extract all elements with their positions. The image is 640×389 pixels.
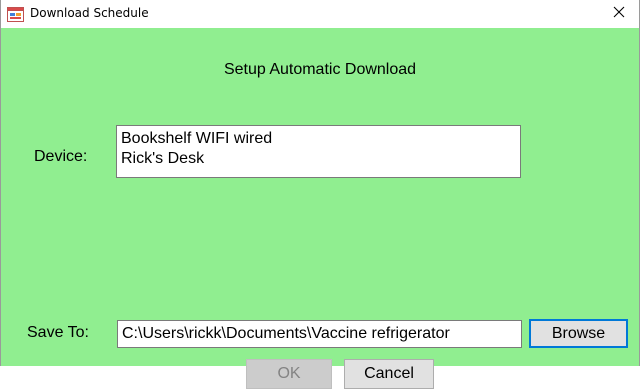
device-listbox[interactable]: Bookshelf WIFI wired Rick's Desk (116, 125, 521, 178)
device-label: Device: (34, 148, 88, 165)
cancel-button[interactable]: Cancel (344, 359, 434, 389)
app-form-icon (7, 7, 24, 22)
dialog-heading: Setup Automatic Download (223, 61, 417, 78)
save-to-label: Save To: (27, 324, 89, 341)
close-icon (613, 5, 625, 23)
browse-button[interactable]: Browse (529, 319, 628, 348)
list-item[interactable]: Rick's Desk (121, 149, 520, 169)
list-item[interactable]: Bookshelf WIFI wired (121, 129, 520, 149)
title-bar[interactable]: Download Schedule (1, 0, 639, 28)
dialog-client-area: Setup Automatic Download Device: Bookshe… (1, 28, 639, 389)
ok-button[interactable]: OK (246, 359, 332, 389)
window-title: Download Schedule (30, 6, 149, 20)
save-path-input[interactable]: C:\Users\rickk\Documents\Vaccine refrige… (117, 320, 522, 348)
close-button[interactable] (601, 2, 637, 26)
download-schedule-window: Download Schedule Setup Automatic Downlo… (0, 0, 640, 389)
